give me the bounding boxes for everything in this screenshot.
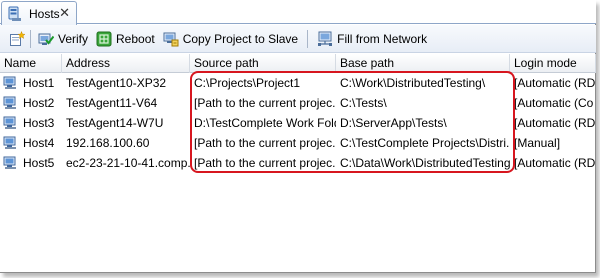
address-cell: TestAgent11-V64: [66, 96, 158, 110]
source-path-cell[interactable]: [Path to the current projec...: [190, 153, 336, 173]
new-host-icon: [10, 30, 25, 46]
base-path-cell[interactable]: D:\ServerApp\Tests\: [336, 113, 510, 133]
name-cell: Host4: [0, 133, 62, 153]
address-cell: 192.168.100.60: [66, 136, 150, 150]
reboot-icon: [96, 31, 112, 46]
reboot-button[interactable]: Reboot: [93, 28, 160, 50]
copy-project-icon: [163, 32, 179, 46]
host-icon: [3, 96, 16, 109]
source-path-cell[interactable]: [Path to the current projec...: [190, 133, 336, 153]
login-mode-cell: [Automatic (RDP: [514, 156, 596, 170]
copy-project-button[interactable]: Copy Project to Slave: [160, 28, 303, 50]
column-header-login-mode[interactable]: Login mode: [510, 54, 596, 73]
network-icon: [318, 31, 333, 46]
column-header-base-path[interactable]: Base path: [336, 54, 510, 73]
hosts-icon: [8, 6, 21, 21]
host-icon: [3, 76, 16, 89]
host-icon: [3, 136, 16, 149]
base-path-cell[interactable]: C:\TestComplete Projects\Distri...: [336, 133, 510, 153]
base-path-cell[interactable]: C:\Work\DistributedTesting\: [336, 73, 510, 93]
tab-hosts[interactable]: Hosts ✕: [1, 1, 77, 25]
fill-from-network-button[interactable]: Fill from Network: [314, 28, 432, 50]
grid-header: Name Address Source path Base path Login…: [0, 54, 596, 73]
name-cell: Host5: [0, 153, 62, 173]
login-mode-cell: [Manual]: [514, 136, 561, 150]
toolbar-separator: [30, 29, 31, 48]
host-name: Host3: [23, 116, 55, 130]
host-icon: [3, 116, 16, 129]
fill-from-network-label: Fill from Network: [337, 31, 428, 46]
tab-strip: Hosts ✕: [0, 0, 596, 25]
toolbar: Verify Reboot Copy Project to Slave Fill…: [0, 25, 596, 53]
host-icon: [3, 156, 16, 169]
name-cell: Host2: [0, 93, 62, 113]
table-row[interactable]: Host1 TestAgent10-XP32 C:\Projects\Proje…: [0, 73, 596, 93]
login-mode-cell: [Automatic (RD: [514, 76, 596, 90]
name-cell: Host1: [0, 73, 62, 93]
toolbar-separator: [307, 29, 309, 48]
base-path-cell[interactable]: C:\Data\Work\DistributedTesting\: [336, 153, 510, 173]
close-icon[interactable]: ✕: [59, 5, 70, 21]
verify-icon: [38, 33, 54, 45]
login-mode-cell: [Automatic (RD: [514, 116, 596, 130]
copy-project-label: Copy Project to Slave: [182, 31, 299, 46]
verify-button[interactable]: Verify: [35, 28, 93, 50]
column-header-name[interactable]: Name: [0, 54, 62, 73]
base-path-cell[interactable]: C:\Tests\: [336, 93, 510, 113]
column-header-address[interactable]: Address: [62, 54, 190, 73]
source-path-cell[interactable]: C:\Projects\Project1: [190, 73, 336, 93]
name-cell: Host3: [0, 113, 62, 133]
address-cell: TestAgent14-W7U: [66, 116, 164, 130]
source-path-cell[interactable]: D:\TestComplete Work Fold...: [190, 113, 336, 133]
verify-label: Verify: [58, 31, 89, 46]
host-name: Host4: [23, 136, 55, 150]
host-name: Host2: [23, 96, 55, 110]
hosts-panel: Hosts ✕ Verify Reboot Copy Project to Sl…: [0, 0, 596, 273]
table-row[interactable]: Host2 TestAgent11-V64 [Path to the curre…: [0, 93, 596, 113]
column-header-source-path[interactable]: Source path: [190, 54, 336, 73]
source-path-cell[interactable]: [Path to the current projec...: [190, 93, 336, 113]
host-name: Host1: [23, 76, 55, 90]
host-name: Host5: [23, 156, 55, 170]
reboot-label: Reboot: [116, 31, 155, 46]
address-cell: TestAgent10-XP32: [66, 76, 167, 90]
tab-label: Hosts: [29, 6, 60, 21]
table-row[interactable]: Host3 TestAgent14-W7U D:\TestComplete Wo…: [0, 113, 596, 133]
table-row[interactable]: Host4 192.168.100.60 [Path to the curren…: [0, 133, 596, 153]
hosts-grid: Name Address Source path Base path Login…: [0, 54, 596, 272]
login-mode-cell: [Automatic (Co: [514, 96, 594, 110]
new-host-button[interactable]: [6, 28, 28, 50]
address-cell: ec2-23-21-10-41.comp...: [66, 156, 190, 170]
table-row[interactable]: Host5 ec2-23-21-10-41.comp... [Path to t…: [0, 153, 596, 173]
